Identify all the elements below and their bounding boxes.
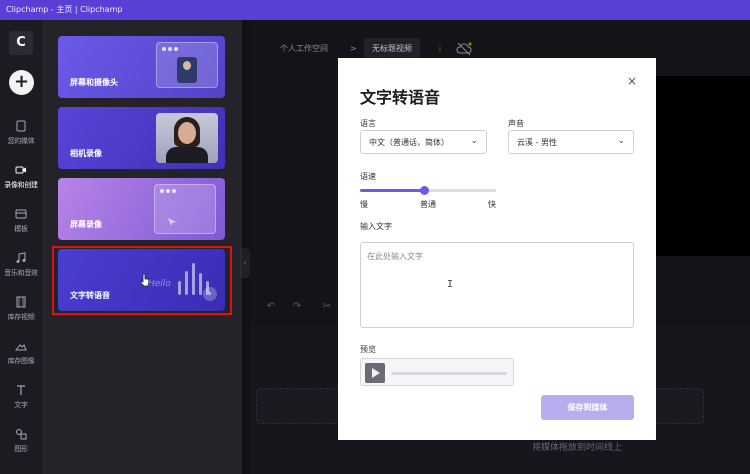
nav-label: 录像和创建 bbox=[4, 181, 38, 189]
voice-label: 声音 bbox=[508, 119, 524, 128]
film-icon bbox=[16, 296, 26, 308]
mouse-pointer-icon bbox=[140, 273, 150, 287]
nav-label: 库存视频 bbox=[7, 313, 35, 321]
play-icon bbox=[372, 368, 380, 378]
card-screen-recording[interactable]: 屏幕录像 bbox=[58, 178, 225, 240]
camera-icon bbox=[15, 166, 26, 174]
speed-slider-fill bbox=[360, 189, 424, 192]
save-to-media-button[interactable]: 保存到媒体 bbox=[541, 395, 634, 420]
speed-slider-thumb[interactable] bbox=[419, 186, 429, 195]
speed-slider[interactable] bbox=[360, 186, 496, 195]
nav-label: 您的媒体 bbox=[7, 137, 35, 145]
text-input-placeholder: 在此处输入文字 bbox=[367, 252, 423, 261]
input-text-label: 输入文字 bbox=[360, 222, 392, 231]
audio-progress-bar[interactable] bbox=[391, 372, 507, 375]
dialog-title: 文字转语音 bbox=[360, 88, 441, 107]
text-input-area[interactable]: 在此处输入文字 I bbox=[360, 242, 634, 328]
nav-item-stock-video[interactable]: 库存视频 bbox=[0, 294, 42, 334]
camera-portrait-thumbnail bbox=[156, 113, 218, 163]
card-camera-recording[interactable]: 相机录像 bbox=[58, 107, 225, 169]
music-icon bbox=[16, 252, 26, 263]
nav-item-your-media[interactable]: 您的媒体 bbox=[0, 118, 42, 158]
nav-label: 文字 bbox=[14, 401, 28, 409]
chevron-down-icon: ⌄ bbox=[470, 136, 478, 146]
clipchamp-logo[interactable]: C bbox=[9, 31, 33, 55]
cursor-icon bbox=[168, 218, 176, 226]
card-title: 相机录像 bbox=[70, 149, 102, 158]
image-icon bbox=[15, 344, 27, 351]
left-rail: C + 您的媒体 录像和创建 模板 音乐和音效 库存视频 库存图像 文字 图形 bbox=[0, 20, 42, 474]
text-cursor-icon: I bbox=[447, 279, 454, 290]
nav-label: 音乐和音效 bbox=[4, 269, 38, 277]
shapes-icon bbox=[16, 429, 27, 440]
chevron-down-icon: ⌄ bbox=[617, 136, 625, 146]
window-titlebar: Clipchamp - 主页 | Clipchamp bbox=[0, 0, 750, 20]
window-title: Clipchamp - 主页 | Clipchamp bbox=[6, 5, 123, 14]
language-value: 中文（普通话，简体） bbox=[369, 138, 449, 147]
audio-preview-player bbox=[360, 358, 514, 386]
nav-item-templates[interactable]: 模板 bbox=[0, 206, 42, 246]
webcam-thumbnail bbox=[177, 57, 197, 83]
media-icon bbox=[16, 120, 26, 132]
speed-fast-label: 快 bbox=[488, 200, 496, 209]
nav-item-music[interactable]: 音乐和音效 bbox=[0, 250, 42, 290]
nav-label: 模板 bbox=[14, 225, 28, 233]
language-select[interactable]: 中文（普通话，简体） ⌄ bbox=[360, 130, 487, 154]
text-icon bbox=[17, 385, 25, 395]
speed-label: 语速 bbox=[360, 172, 376, 181]
preview-label: 预览 bbox=[360, 345, 376, 354]
screen-window-thumbnail bbox=[156, 42, 218, 88]
nav-item-record-create[interactable]: 录像和创建 bbox=[0, 162, 42, 202]
nav-label: 库存图像 bbox=[7, 357, 35, 365]
nav-item-stock-images[interactable]: 库存图像 bbox=[0, 338, 42, 378]
screen-window-thumbnail bbox=[154, 184, 216, 234]
logo-letter: C bbox=[16, 35, 26, 50]
nav-item-text[interactable]: 文字 bbox=[0, 382, 42, 422]
template-icon bbox=[15, 209, 27, 219]
speed-normal-label: 普通 bbox=[420, 200, 436, 209]
nav-item-graphics[interactable]: 图形 bbox=[0, 426, 42, 466]
card-title: 屏幕录像 bbox=[70, 220, 102, 229]
nav-label: 图形 bbox=[14, 445, 28, 453]
card-screen-and-camera[interactable]: 屏幕和摄像头 bbox=[58, 36, 225, 98]
speed-slow-label: 慢 bbox=[360, 200, 368, 209]
card-title: 屏幕和摄像头 bbox=[70, 78, 118, 87]
language-label: 语言 bbox=[360, 119, 376, 128]
play-button[interactable] bbox=[365, 363, 385, 383]
close-icon[interactable]: × bbox=[625, 74, 639, 88]
text-to-speech-dialog: 文字转语音 × 语言 中文（普通话，简体） ⌄ 声音 云溪 - 男性 ⌄ 语速 … bbox=[338, 58, 656, 440]
create-new-button[interactable]: + bbox=[9, 70, 34, 95]
voice-select[interactable]: 云溪 - 男性 ⌄ bbox=[508, 130, 634, 154]
voice-value: 云溪 - 男性 bbox=[517, 138, 557, 147]
